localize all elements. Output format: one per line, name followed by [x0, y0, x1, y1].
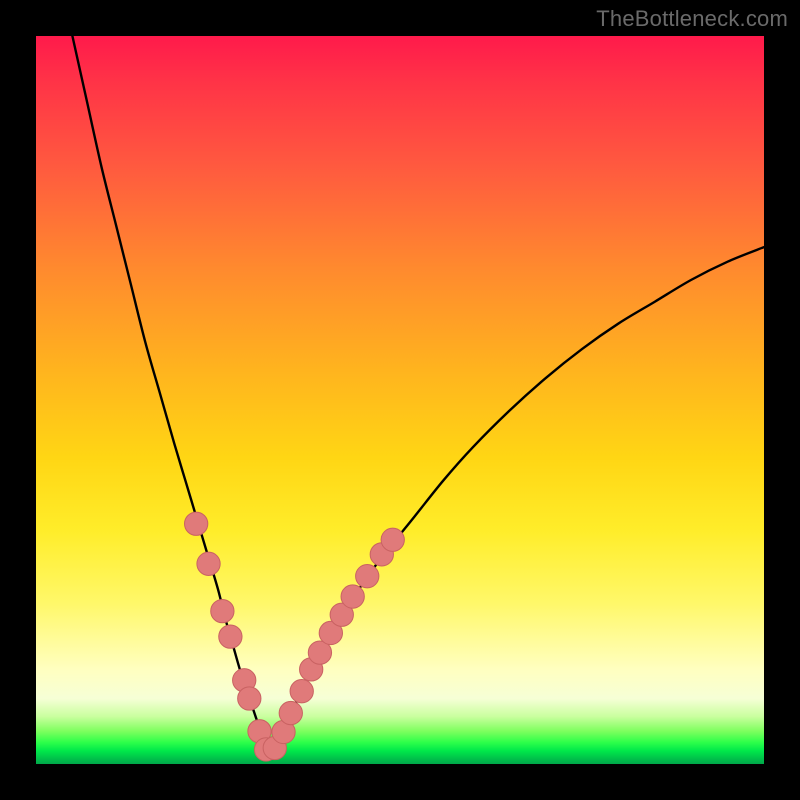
- plot-area: [36, 36, 764, 764]
- data-marker: [197, 552, 220, 575]
- data-marker: [219, 625, 242, 648]
- chart-overlay: [36, 36, 764, 764]
- marker-layer: [185, 512, 405, 761]
- data-marker: [341, 585, 364, 608]
- data-marker: [211, 599, 234, 622]
- data-marker: [381, 528, 404, 551]
- curve-right: [267, 247, 764, 753]
- watermark-text: TheBottleneck.com: [596, 6, 788, 32]
- data-marker: [185, 512, 208, 535]
- data-marker: [238, 687, 261, 710]
- data-marker: [290, 680, 313, 703]
- chart-frame: TheBottleneck.com: [0, 0, 800, 800]
- data-marker: [356, 565, 379, 588]
- data-marker: [279, 701, 302, 724]
